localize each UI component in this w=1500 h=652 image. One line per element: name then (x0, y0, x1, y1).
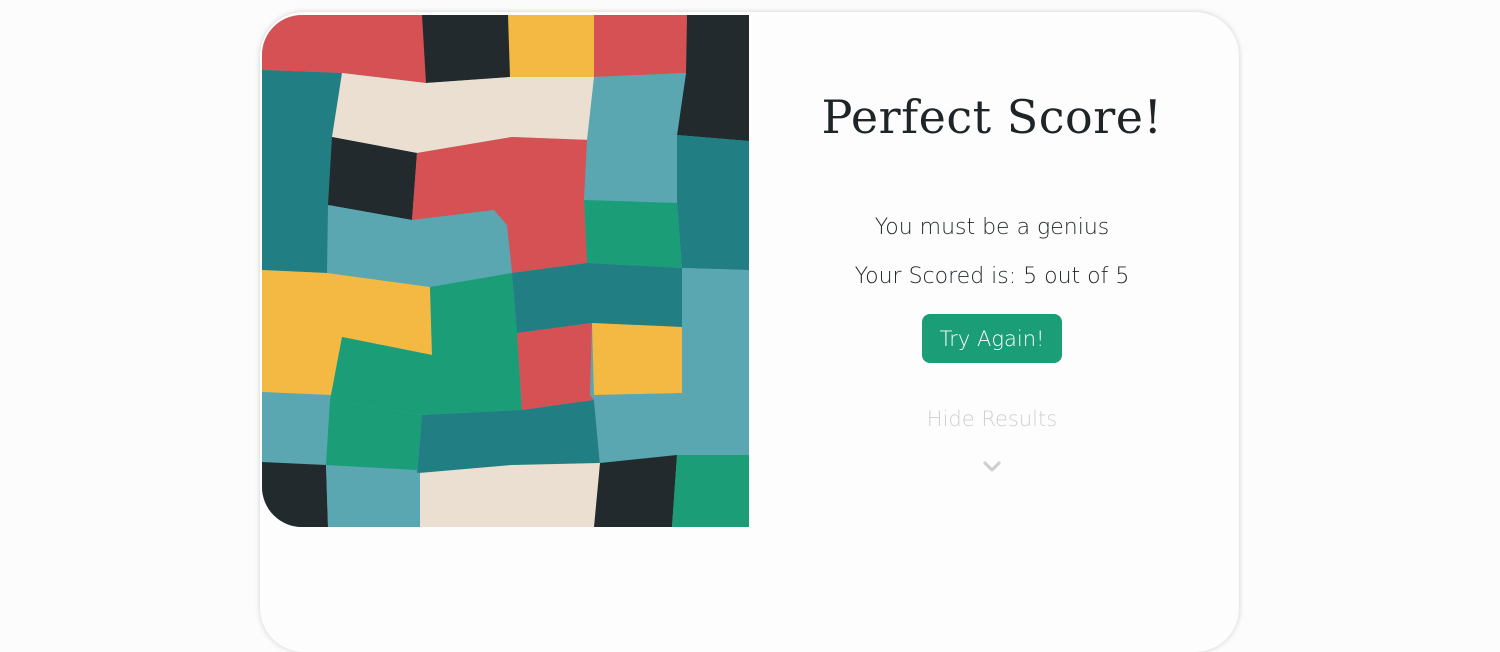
try-again-button[interactable]: Try Again! (922, 314, 1062, 363)
chevron-down-icon[interactable] (983, 458, 1001, 476)
score-text: Your Scored is: 5 out of 5 (854, 264, 1130, 289)
hide-results-toggle[interactable]: Hide Results (749, 407, 1235, 431)
mosaic-image (262, 15, 749, 527)
results-card: Perfect Score! You must be a genius Your… (260, 12, 1239, 652)
result-title: Perfect Score! (821, 90, 1163, 144)
mosaic-artwork (262, 15, 749, 527)
result-message: You must be a genius (874, 215, 1110, 240)
